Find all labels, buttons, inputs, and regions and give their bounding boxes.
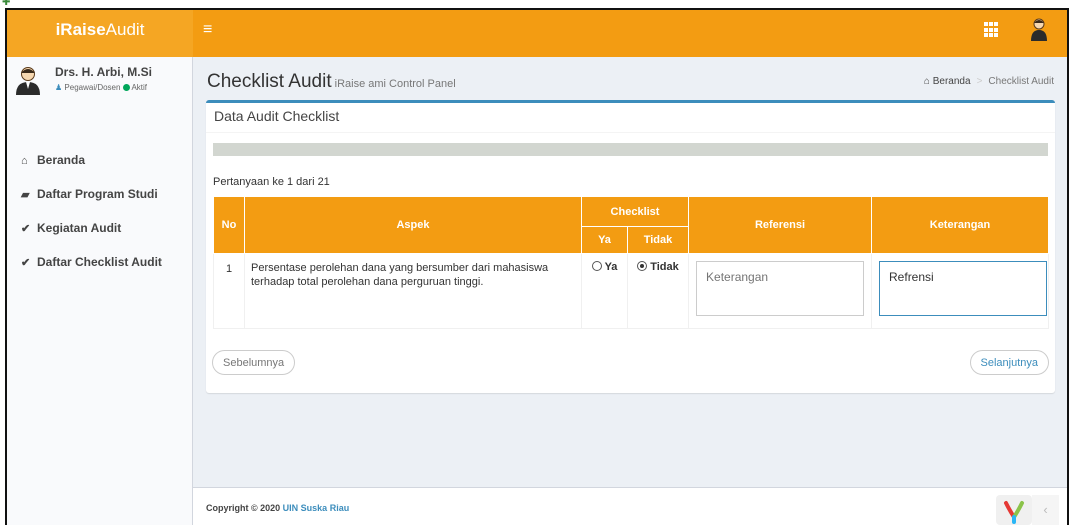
top-strip: ✚ [0,0,1073,8]
user-role: Pegawai/Dosen [64,83,121,92]
column-header-tidak: Tidak [626,226,690,254]
sidebar-item-kegiatan-audit[interactable]: ✔ Kegiatan Audit [7,211,193,245]
previous-button[interactable]: Sebelumnya [212,350,296,375]
apps-grid-icon[interactable] [984,22,1000,38]
framework-logo-icon [996,495,1032,525]
user-meta: ♟ Pegawai/Dosen Aktif [55,83,147,92]
brand-bold: iRaise [55,20,106,39]
check-icon: ✔ [21,223,31,235]
breadcrumb-separator: > [976,76,983,87]
keterangan-input[interactable]: Refrensi [879,261,1048,316]
column-header-aspek: Aspek [244,196,582,254]
checklist-box: Data Audit Checklist Pertanyaan ke 1 dar… [206,100,1055,393]
brand-light: Audit [105,20,145,39]
person-icon: ♟ [55,83,63,92]
app-frame: iRaiseAudit ≡ Drs. H. Arbi, M.Si ♟ Pegaw… [5,8,1069,525]
chevron-left-icon[interactable]: ‹ [1032,495,1059,525]
question-counter: Pertanyaan ke 1 dari 21 [213,176,330,188]
sidebar-item-daftar-checklist-audit[interactable]: ✔ Daftar Checklist Audit [7,245,193,279]
sidebar-item-label: Daftar Checklist Audit [37,255,162,269]
radio-tidak[interactable] [637,261,648,271]
sidebar-item-label: Kegiatan Audit [37,221,122,235]
column-header-ya: Ya [581,226,628,254]
brand-logo[interactable]: iRaiseAudit [7,10,193,57]
org-link[interactable]: UIN Suska Riau [283,503,350,513]
radio-ya[interactable] [591,261,602,271]
box-divider [206,132,1055,133]
referensi-cell [688,253,873,329]
column-header-no: No [213,196,245,254]
sidebar-item-label: Daftar Program Studi [37,187,158,201]
progress-bar [213,143,1048,156]
column-header-checklist: Checklist [580,196,690,227]
breadcrumb-home[interactable]: Beranda [933,76,971,87]
sidebar-item-daftar-program-studi[interactable]: ▰ Daftar Program Studi [7,177,193,211]
option-tidak[interactable]: Tidak [626,253,690,329]
user-name: Drs. H. Arbi, M.Si [55,65,152,79]
column-header-referensi: Referensi [688,196,873,254]
option-tidak-label: Tidak [650,261,679,273]
next-button[interactable]: Selanjutnya [969,350,1049,375]
avatar [16,67,40,95]
sidebar: Drs. H. Arbi, M.Si ♟ Pegawai/Dosen Aktif … [7,57,193,525]
sidebar-nav: ⌂ Beranda ▰ Daftar Program Studi ✔ Kegiatan… [7,143,193,279]
status-online-icon [123,84,131,92]
box-title: Data Audit Checklist [214,108,340,124]
page-title: Checklist Audit iRaise ami Control Panel [207,71,456,93]
page-title-text: Checklist Audit [207,71,332,92]
table-row: 1 Persentase perolehan dana yang bersumb… [213,253,1050,329]
user-status: Aktif [131,83,148,92]
home-icon: ⌂ [21,155,28,167]
referensi-input[interactable] [696,261,865,316]
menu-icon[interactable]: ≡ [203,20,223,40]
row-aspek: Persentase perolehan dana yang bersumber… [244,253,582,329]
breadcrumb-current: Checklist Audit [988,76,1054,87]
keterangan-cell: Refrensi [871,253,1050,329]
window-corner-icon: ✚ [2,0,11,6]
sidebar-item-beranda[interactable]: ⌂ Beranda [7,143,193,177]
breadcrumb: ⌂ Beranda > Checklist Audit [924,76,1054,87]
check-icon: ✔ [21,257,31,269]
copyright: Copyright © 2020 UIN Suska Riau [206,503,349,513]
top-header: iRaiseAudit ≡ [7,10,1067,57]
column-header-keterangan: Keterangan [871,196,1050,254]
row-number: 1 [213,253,245,329]
copyright-text: Copyright © 2020 [206,503,281,513]
checklist-table: No Aspek Checklist Referensi Keterangan … [213,196,1050,329]
option-ya[interactable]: Ya [581,253,628,329]
sidebar-item-label: Beranda [37,153,86,167]
book-icon: ▰ [21,189,30,201]
option-ya-label: Ya [604,261,618,273]
footer: Copyright © 2020 UIN Suska Riau ‹ [193,487,1067,525]
user-panel: Drs. H. Arbi, M.Si ♟ Pegawai/Dosen Aktif [15,63,191,111]
user-icon[interactable] [1030,17,1048,41]
home-icon: ⌂ [923,76,930,87]
main-content: Checklist Audit iRaise ami Control Panel … [193,57,1067,487]
page-subtitle: iRaise ami Control Panel [334,78,456,90]
